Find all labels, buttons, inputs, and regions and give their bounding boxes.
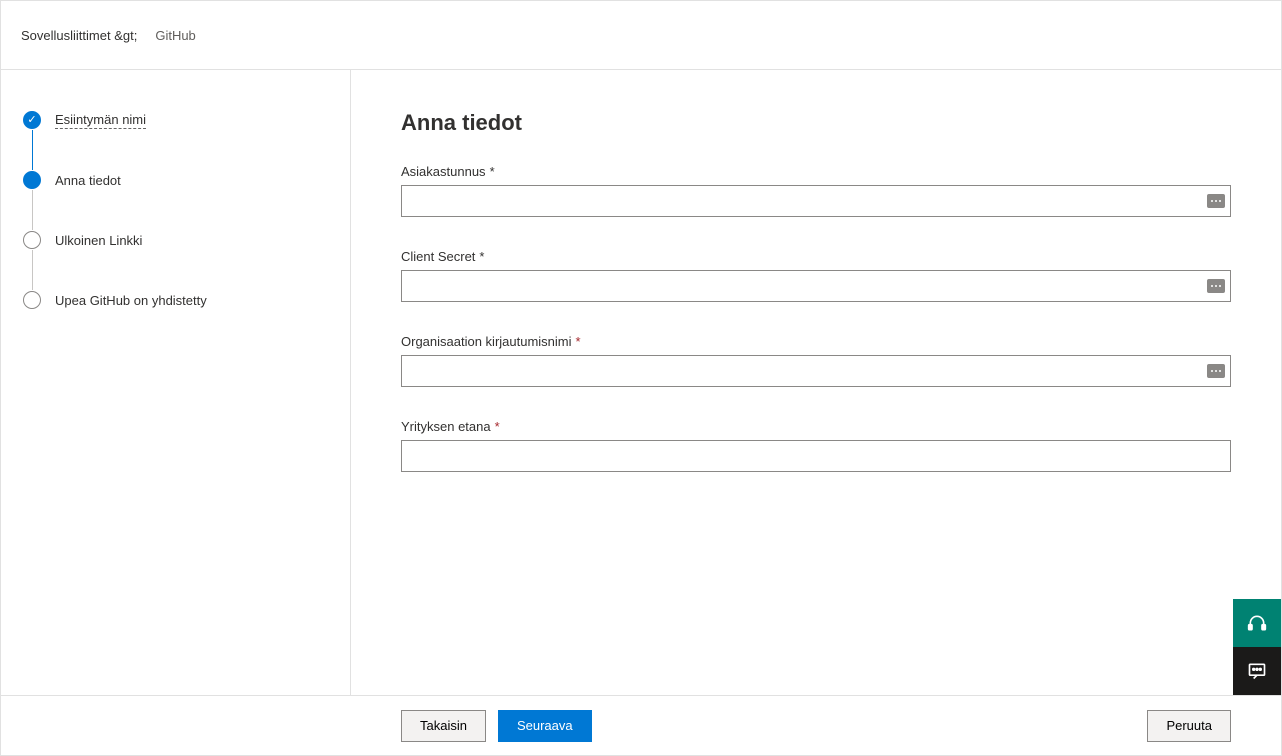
- pending-step-icon: [23, 291, 41, 309]
- step-label: Anna tiedot: [55, 173, 121, 188]
- org-login-input[interactable]: [401, 355, 1231, 387]
- floating-action-buttons: [1233, 599, 1281, 695]
- breadcrumb-parent[interactable]: Sovellusliittimet &gt;: [21, 28, 137, 43]
- wizard-steps-sidebar: ✓ Esiintymän nimi Anna tiedot Ulkoinen L…: [1, 70, 351, 695]
- step-label: Esiintymän nimi: [55, 112, 146, 129]
- breadcrumb-current: GitHub: [155, 28, 195, 43]
- field-label-text: Client Secret: [401, 249, 475, 264]
- headset-icon: [1247, 613, 1267, 633]
- step-instance-name[interactable]: ✓ Esiintymän nimi: [23, 110, 330, 130]
- chat-icon: [1247, 661, 1267, 681]
- more-icon[interactable]: [1207, 194, 1225, 208]
- step-label: Upea GitHub on yhdistetty: [55, 293, 207, 308]
- page-title: Anna tiedot: [401, 110, 1231, 136]
- step-label: Ulkoinen Linkki: [55, 233, 142, 248]
- feedback-button[interactable]: [1233, 647, 1281, 695]
- checkmark-icon: ✓: [23, 111, 41, 129]
- field-client-id: Asiakastunnus *: [401, 164, 1231, 217]
- step-external-link[interactable]: Ulkoinen Linkki: [23, 230, 330, 250]
- more-icon[interactable]: [1207, 279, 1225, 293]
- required-indicator: *: [479, 249, 484, 264]
- back-button[interactable]: Takaisin: [401, 710, 486, 742]
- field-label-text: Asiakastunnus: [401, 164, 486, 179]
- field-org-login: Organisaation kirjautumisnimi *: [401, 334, 1231, 387]
- support-button[interactable]: [1233, 599, 1281, 647]
- field-label-text: Organisaation kirjautumisnimi: [401, 334, 572, 349]
- step-github-connected[interactable]: Upea GitHub on yhdistetty: [23, 290, 330, 310]
- wizard-footer: Takaisin Seuraava Peruuta: [1, 695, 1281, 755]
- more-icon[interactable]: [1207, 364, 1225, 378]
- client-id-input[interactable]: [401, 185, 1231, 217]
- field-label-text: Yrityksen etana: [401, 419, 491, 434]
- next-button[interactable]: Seuraava: [498, 710, 592, 742]
- client-secret-input[interactable]: [401, 270, 1231, 302]
- required-indicator: *: [576, 334, 581, 349]
- required-indicator: *: [490, 164, 495, 179]
- enterprise-slug-input[interactable]: [401, 440, 1231, 472]
- cancel-button[interactable]: Peruuta: [1147, 710, 1231, 742]
- main-form-panel: Anna tiedot Asiakastunnus * Client Secre…: [351, 70, 1281, 695]
- field-client-secret: Client Secret *: [401, 249, 1231, 302]
- breadcrumb-header: Sovellusliittimet &gt; GitHub: [1, 1, 1281, 70]
- pending-step-icon: [23, 231, 41, 249]
- current-step-icon: [23, 171, 41, 189]
- required-indicator: *: [495, 419, 500, 434]
- step-enter-details[interactable]: Anna tiedot: [23, 170, 330, 190]
- field-enterprise-slug: Yrityksen etana *: [401, 419, 1231, 472]
